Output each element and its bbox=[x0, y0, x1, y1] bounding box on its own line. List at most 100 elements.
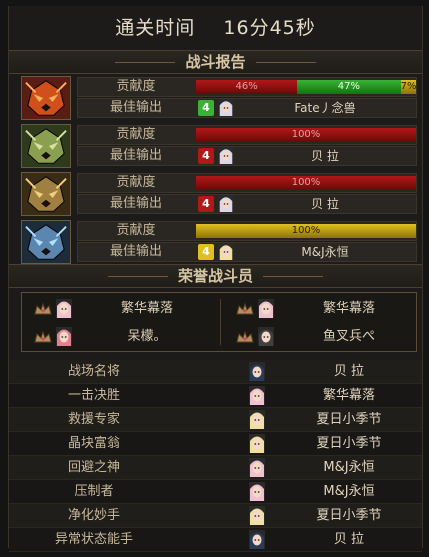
winner-face-icon bbox=[249, 506, 265, 525]
award-row: 压制者 M&J永恒 bbox=[9, 480, 422, 504]
member-face-icon bbox=[56, 327, 72, 346]
honor-title: 荣誉战斗员 bbox=[177, 267, 253, 285]
award-row: 救援专家 夏日小季节 bbox=[9, 408, 422, 432]
award-winner: 繁华幕落 bbox=[322, 388, 375, 403]
boss-portrait bbox=[21, 172, 71, 216]
contribution-row: 贡献度 100% bbox=[77, 173, 417, 193]
player-face-icon bbox=[218, 243, 234, 260]
contribution-bar: 100% bbox=[196, 128, 416, 142]
best-output-player: M&J永恒 bbox=[301, 245, 349, 259]
winner-face-icon bbox=[249, 362, 265, 381]
award-row: 回避之神 M&J永恒 bbox=[9, 456, 422, 480]
battle-entry: 贡献度 46% 47% 7% 最佳输出 4 Fate丿念兽 bbox=[21, 76, 417, 120]
best-output-label: 最佳输出 bbox=[109, 244, 162, 259]
battle-entry: 贡献度 100% 最佳输出 4 贝 拉 bbox=[21, 172, 417, 216]
winner-face-icon bbox=[249, 482, 265, 501]
player-face-icon bbox=[218, 195, 234, 212]
contribution-segment: 7% bbox=[400, 80, 416, 94]
award-title: 战场名将 bbox=[67, 364, 120, 379]
award-winner: 夏日小季节 bbox=[316, 412, 382, 427]
member-name: 繁华幕落 bbox=[120, 301, 173, 316]
battle-entry: 贡献度 100% 最佳输出 4 贝 拉 bbox=[21, 124, 417, 168]
member-face-icon bbox=[258, 299, 274, 318]
player-face-icon bbox=[218, 243, 234, 260]
divider bbox=[115, 62, 176, 63]
boss-portrait bbox=[21, 220, 71, 264]
member-face-icon bbox=[56, 299, 72, 318]
clear-time-header: 通关时间 16分45秒 bbox=[9, 10, 422, 46]
winner-face-icon bbox=[249, 362, 265, 381]
best-output-row: 最佳输出 4 Fate丿念兽 bbox=[77, 98, 417, 118]
green-demon-mask-icon bbox=[22, 125, 70, 167]
contribution-bar: 100% bbox=[196, 176, 416, 190]
boss-portrait bbox=[21, 124, 71, 168]
contribution-row: 贡献度 100% bbox=[77, 125, 417, 145]
rank-4-icon: 4 bbox=[198, 196, 214, 212]
winner-face-icon bbox=[249, 458, 265, 477]
award-row: 战场名将 贝 拉 bbox=[9, 360, 422, 384]
honor-members-box: 繁华幕落 繁华幕落 呆檬。 鱼叉兵ぺ bbox=[21, 292, 417, 352]
award-title: 回避之神 bbox=[67, 460, 120, 475]
player-face-icon bbox=[218, 147, 234, 164]
award-row: 净化妙手 夏日小季节 bbox=[9, 504, 422, 528]
member-face-icon bbox=[56, 299, 72, 318]
gold-demon-mask-icon bbox=[22, 173, 70, 215]
player-face-icon bbox=[218, 99, 234, 116]
clear-time-value: 16分45秒 bbox=[223, 17, 316, 39]
crown-icon bbox=[34, 331, 52, 343]
winner-face-icon bbox=[249, 458, 265, 477]
award-winner: 夏日小季节 bbox=[316, 436, 382, 451]
best-output-player: Fate丿念兽 bbox=[294, 101, 356, 115]
member-face-icon bbox=[56, 327, 72, 346]
contribution-segment: 47% bbox=[297, 80, 401, 94]
winner-face-icon bbox=[249, 434, 265, 453]
contribution-segment: 100% bbox=[196, 128, 416, 142]
boss-portrait bbox=[21, 76, 71, 120]
player-face-icon bbox=[218, 99, 234, 116]
winner-face-icon bbox=[249, 434, 265, 453]
member-name: 繁华幕落 bbox=[322, 301, 375, 316]
contribution-bar: 46% 47% 7% bbox=[196, 80, 416, 94]
crown-icon bbox=[236, 303, 254, 315]
crown-icon bbox=[34, 303, 52, 315]
winner-face-icon bbox=[249, 386, 265, 405]
contribution-label: 贡献度 bbox=[116, 175, 156, 190]
clear-time-label: 通关时间 bbox=[115, 17, 196, 39]
contribution-row: 贡献度 46% 47% 7% bbox=[77, 77, 417, 97]
best-output-row: 最佳输出 4 贝 拉 bbox=[77, 146, 417, 166]
contribution-bar: 100% bbox=[196, 224, 416, 238]
honor-member: 繁华幕落 bbox=[26, 297, 216, 321]
winner-face-icon bbox=[249, 386, 265, 405]
member-face-icon bbox=[258, 299, 274, 318]
divider bbox=[107, 276, 168, 277]
result-panel: 通关时间 16分45秒 战斗报告 贡献度 46% 47% 7% 最佳输出 4 Fat… bbox=[8, 6, 423, 552]
rank-4-icon: 4 bbox=[198, 100, 214, 116]
battle-entry: 贡献度 100% 最佳输出 4 M&J永恒 bbox=[21, 220, 417, 264]
contribution-label: 贡献度 bbox=[116, 79, 156, 94]
honor-member: 呆檬。 bbox=[26, 325, 216, 349]
award-list: 战场名将 贝 拉 一击决胜 繁华幕落 救援专家 夏日小季节 晶块富翁 夏日小季节… bbox=[9, 360, 422, 552]
divider bbox=[255, 62, 316, 63]
player-face-icon bbox=[218, 147, 234, 164]
winner-face-icon bbox=[249, 530, 265, 549]
contribution-segment: 100% bbox=[196, 176, 416, 190]
contribution-segment: 100% bbox=[196, 224, 416, 238]
winner-face-icon bbox=[249, 410, 265, 429]
award-title: 压制者 bbox=[74, 484, 114, 499]
rank-4-icon: 4 bbox=[198, 148, 214, 164]
award-winner: M&J永恒 bbox=[323, 460, 375, 475]
best-output-row: 最佳输出 4 贝 拉 bbox=[77, 194, 417, 214]
member-name: 呆檬。 bbox=[127, 329, 167, 344]
contribution-label: 贡献度 bbox=[116, 127, 156, 142]
award-winner: 夏日小季节 bbox=[316, 508, 382, 523]
battle-report-heading: 战斗报告 bbox=[9, 50, 422, 74]
best-output-label: 最佳输出 bbox=[109, 148, 162, 163]
winner-face-icon bbox=[249, 506, 265, 525]
player-face-icon bbox=[218, 195, 234, 212]
blue-demon-mask-icon bbox=[22, 221, 70, 263]
member-face-icon bbox=[258, 327, 274, 346]
rank-4-icon: 4 bbox=[198, 244, 214, 260]
winner-face-icon bbox=[249, 410, 265, 429]
award-row: 异常状态能手 贝 拉 bbox=[9, 528, 422, 552]
member-name: 鱼叉兵ぺ bbox=[322, 329, 375, 344]
